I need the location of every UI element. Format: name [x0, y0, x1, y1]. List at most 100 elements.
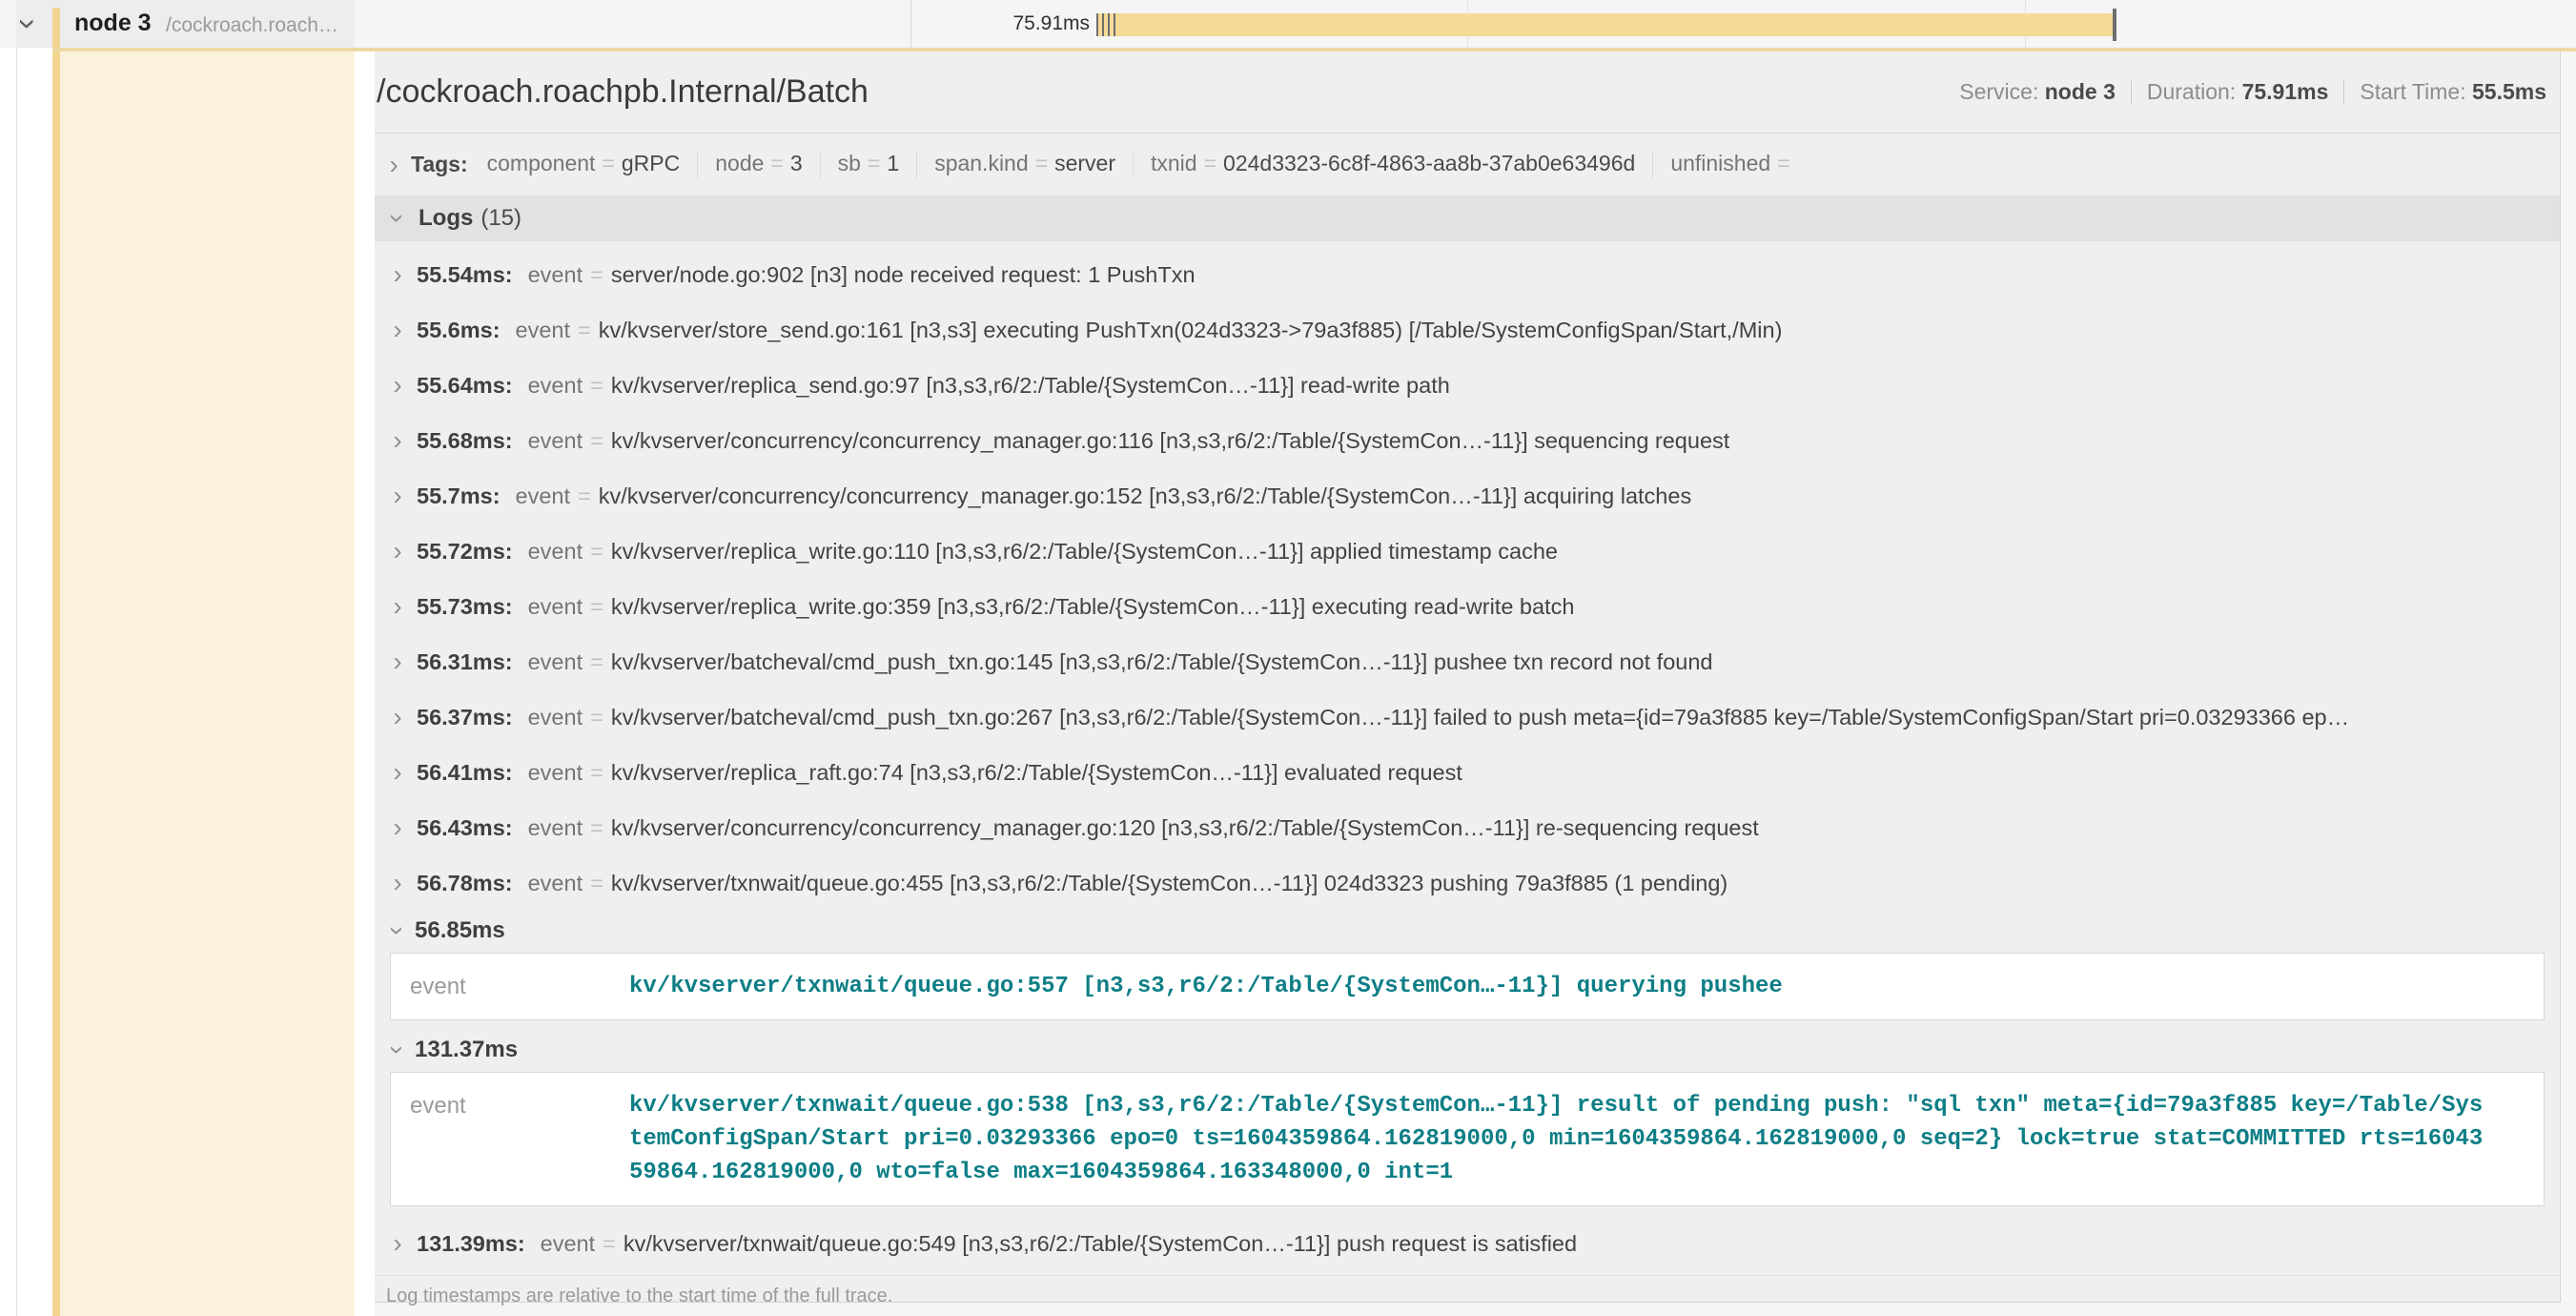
chevron-right-icon[interactable]: › [386, 817, 409, 838]
log-value: kv/kvserver/concurrency/concurrency_mana… [611, 815, 1759, 841]
chevron-right-icon[interactable]: › [382, 154, 405, 175]
tag-key: span.kind [934, 151, 1028, 175]
log-row[interactable]: ›56.37ms:event=kv/kvserver/batcheval/cmd… [375, 689, 2560, 745]
log-row[interactable]: ›131.39ms:event=kv/kvserver/txnwait/queu… [375, 1216, 2560, 1271]
tag-equals: = [602, 151, 614, 175]
chevron-right-icon[interactable]: › [386, 596, 409, 617]
service-value: node 3 [2045, 79, 2116, 104]
logs-header[interactable]: › Logs (15) [375, 195, 2560, 241]
span-detail-meta: Service: node 3Duration: 75.91msStart Ti… [1959, 79, 2546, 106]
log-timestamp: 56.43ms: [417, 815, 513, 841]
log-row[interactable]: ›56.43ms:event=kv/kvserver/concurrency/c… [375, 800, 2560, 855]
tag-item: sb=1 [838, 151, 900, 175]
log-timestamp: 55.54ms: [417, 262, 513, 288]
log-timestamp: 56.37ms: [417, 705, 513, 730]
log-key: event [541, 1231, 596, 1257]
log-key: event [528, 705, 583, 730]
tag-equals: = [868, 151, 880, 175]
span-bar[interactable] [1096, 13, 2114, 36]
log-timestamp: 55.73ms: [417, 594, 513, 620]
event-value-line: kv/kvserver/txnwait/queue.go:557 [n3,s3,… [629, 970, 1783, 1003]
log-group-header[interactable]: › 56.85ms [375, 911, 2560, 951]
event-value-line: kv/kvserver/txnwait/queue.go:538 [n3,s3,… [629, 1089, 2483, 1122]
log-key: event [528, 262, 583, 288]
log-timestamp: 56.78ms: [417, 871, 513, 896]
log-row[interactable]: ›55.73ms:event=kv/kvserver/replica_write… [375, 579, 2560, 634]
tag-item: component= gRPC [487, 151, 681, 175]
start-time-value: 55.5ms [2472, 79, 2546, 104]
operation-name[interactable]: /cockroach.roach… [166, 14, 338, 37]
chevron-right-icon[interactable]: › [386, 873, 409, 894]
tag-separator [820, 152, 821, 178]
span-bar-hatch [1096, 13, 1119, 36]
log-equals: = [590, 871, 603, 896]
log-group-header[interactable]: ›131.37ms [375, 1030, 2560, 1070]
tag-separator [1133, 152, 1134, 178]
log-row[interactable]: ›55.6ms:event=kv/kvserver/store_send.go:… [375, 302, 2560, 358]
log-row[interactable]: ›56.31ms:event=kv/kvserver/batcheval/cmd… [375, 634, 2560, 689]
chevron-right-icon[interactable]: › [386, 651, 409, 672]
log-value: kv/kvserver/replica_raft.go:74 [n3,s3,r6… [611, 760, 1462, 786]
log-value: kv/kvserver/batcheval/cmd_push_txn.go:14… [611, 649, 1713, 675]
tag-value: server [1054, 151, 1115, 175]
event-value: kv/kvserver/txnwait/queue.go:557 [n3,s3,… [629, 970, 1783, 1003]
indent-guide-line [16, 0, 17, 1316]
log-equals: = [590, 594, 603, 620]
log-value: kv/kvserver/txnwait/queue.go:549 [n3,s3,… [624, 1231, 1577, 1257]
tag-key: sb [838, 151, 861, 175]
chevron-right-icon[interactable]: › [386, 375, 409, 396]
log-timestamp: 55.64ms: [417, 373, 513, 399]
chevron-right-icon[interactable]: › [386, 707, 409, 728]
meta-separator [2131, 80, 2132, 105]
tag-key: component [487, 151, 596, 175]
event-value-line: 59864.162819000,0 wto=false max=16043598… [629, 1156, 2483, 1189]
log-key: event [528, 539, 583, 565]
log-group-timestamp: 56.85ms [415, 917, 505, 944]
log-row[interactable]: ›56.41ms:event=kv/kvserver/replica_raft.… [375, 745, 2560, 800]
chevron-right-icon[interactable]: › [386, 541, 409, 562]
chevron-right-icon[interactable]: › [386, 1233, 409, 1254]
tags-header[interactable]: › Tags: component=gRPCnode=3sb=1span.kin… [375, 134, 2560, 195]
log-value: kv/kvserver/concurrency/concurrency_mana… [611, 428, 1729, 454]
log-row[interactable]: › 55.54ms: event = server/node.go:902 [n3] n… [375, 247, 2560, 302]
log-value: server/node.go:902 [n3] node received re… [611, 262, 1196, 288]
tag-value: gRPC [622, 151, 680, 175]
chevron-down-icon[interactable]: › [387, 919, 408, 942]
log-row[interactable]: ›55.7ms:event=kv/kvserver/concurrency/co… [375, 468, 2560, 524]
log-value: kv/kvserver/concurrency/concurrency_mana… [599, 483, 1691, 509]
tag-item: txnid=024d3323-6c8f-4863-aa8b-37ab0e6349… [1151, 151, 1635, 175]
tag-equals: = [1035, 151, 1048, 175]
log-equals: = [578, 318, 591, 343]
tag-equals: = [770, 151, 783, 175]
span-row[interactable]: › node 3 /cockroach.roach… 75.91ms [0, 0, 2576, 48]
chevron-right-icon[interactable]: › [386, 762, 409, 783]
log-equals: = [590, 428, 603, 454]
chevron-right-icon[interactable]: › [386, 485, 409, 506]
event-table: eventkv/kvserver/txnwait/queue.go:557 [n… [390, 953, 2545, 1020]
duration-value: 75.91ms [2242, 79, 2329, 104]
chevron-down-icon[interactable]: › [387, 207, 408, 230]
chevron-down-icon[interactable]: › [387, 1038, 408, 1061]
logs-body: › 55.54ms: event = server/node.go:902 [n3] n… [375, 241, 2560, 1271]
tags-label[interactable]: Tags: [411, 152, 468, 177]
log-timestamp: 55.72ms: [417, 539, 513, 565]
tag-equals: = [1777, 151, 1789, 175]
log-timestamp: 55.7ms: [417, 483, 501, 509]
chevron-right-icon[interactable]: › [386, 430, 409, 451]
tag-key: node [715, 151, 764, 175]
log-row[interactable]: ›55.64ms:event=kv/kvserver/replica_send.… [375, 358, 2560, 413]
log-row[interactable]: › 55.72ms: event = kv/kvserver/replica_write… [375, 524, 2560, 579]
chevron-right-icon[interactable]: › [386, 264, 409, 285]
log-equals: = [590, 539, 603, 565]
log-equals: = [590, 262, 603, 288]
chevron-right-icon[interactable]: › [386, 319, 409, 340]
duration-label: Duration: [2147, 79, 2236, 104]
log-row[interactable]: ›55.68ms:event=kv/kvserver/concurrency/c… [375, 413, 2560, 468]
collapse-chevron-icon[interactable]: › [14, 18, 43, 29]
span-detail-header: /cockroach.roachpb.Internal/Batch Servic… [375, 51, 2560, 134]
service-name[interactable]: node 3 [74, 10, 152, 37]
log-row[interactable]: ›56.78ms:event=kv/kvserver/txnwait/queue… [375, 855, 2560, 911]
log-value: kv/kvserver/replica_write.go:110 [n3,s3,… [611, 539, 1558, 565]
expanded-span-indent-strip[interactable] [52, 51, 355, 1316]
tag-key: txnid [1151, 151, 1197, 175]
